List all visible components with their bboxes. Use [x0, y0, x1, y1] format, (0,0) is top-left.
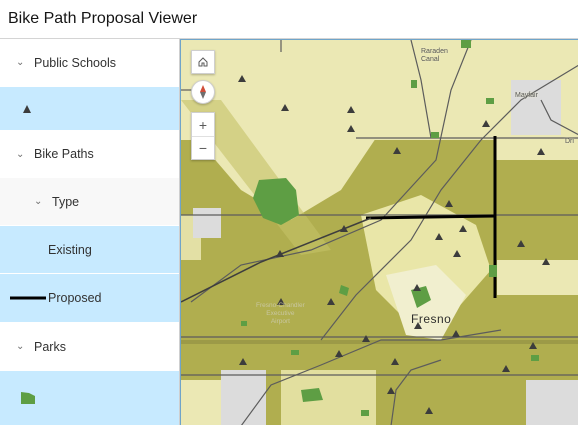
- gray-area-south: [221, 370, 266, 425]
- gray-area-west: [193, 208, 221, 238]
- light-zone-east: [497, 260, 578, 295]
- place-label-north: Raraden Canal: [421, 48, 448, 63]
- gray-area-mayfair: [511, 80, 561, 135]
- legend-group-public-schools[interactable]: ⌄ Public Schools: [0, 39, 179, 86]
- legend-item-proposed[interactable]: Proposed: [0, 274, 179, 322]
- legend-subgroup-label: Type: [52, 194, 80, 209]
- city-label-fresno: Fresno: [411, 312, 452, 326]
- app-header: Bike Path Proposal Viewer: [0, 0, 578, 39]
- gray-area-southeast: [526, 380, 578, 425]
- chevron-down-icon[interactable]: ⌄: [16, 57, 28, 68]
- place-label-east: Dri: [565, 138, 574, 145]
- home-icon: [198, 57, 208, 67]
- legend-item-label: Existing: [48, 242, 92, 257]
- school-triangle-icon: [23, 104, 31, 113]
- legend-item-park-symbol[interactable]: [0, 371, 179, 425]
- legend-group-label: Public Schools: [34, 55, 116, 70]
- compass-icon: [200, 85, 206, 99]
- proposed-line-icon: [10, 296, 46, 300]
- map-view[interactable]: Raraden Canal Mayfair Dri Fresno-Chandle…: [180, 39, 578, 425]
- airport-label: Fresno-Chandler Executive Airport: [256, 302, 305, 325]
- legend-group-label: Bike Paths: [34, 147, 94, 161]
- legend-subgroup-type[interactable]: ⌄ Type: [0, 178, 179, 225]
- chevron-down-icon[interactable]: ⌄: [34, 196, 46, 207]
- place-label-mayfair: Mayfair: [515, 92, 538, 99]
- app-title: Bike Path Proposal Viewer: [8, 10, 198, 27]
- legend-group-parks[interactable]: ⌄ Parks: [0, 323, 179, 370]
- compass-button[interactable]: [191, 80, 215, 104]
- home-button[interactable]: [191, 50, 215, 74]
- zoom-out-button[interactable]: −: [192, 136, 214, 159]
- zoom-controls: + −: [191, 112, 215, 160]
- legend-item-school-symbol[interactable]: [0, 87, 179, 130]
- legend-group-label: Parks: [34, 339, 66, 354]
- park-polygon-icon: [21, 392, 35, 404]
- chevron-down-icon[interactable]: ⌄: [16, 341, 28, 352]
- legend-item-label: Proposed: [48, 291, 102, 305]
- legend-panel: ⌄ Public Schools ⌄ Bike Paths ⌄ Type Exi…: [0, 39, 180, 425]
- legend-item-existing[interactable]: Existing: [0, 226, 179, 273]
- legend-group-bike-paths[interactable]: ⌄ Bike Paths: [0, 131, 179, 177]
- light-zone-south: [281, 370, 376, 425]
- zoom-in-button[interactable]: +: [192, 113, 214, 136]
- chevron-down-icon[interactable]: ⌄: [16, 149, 28, 160]
